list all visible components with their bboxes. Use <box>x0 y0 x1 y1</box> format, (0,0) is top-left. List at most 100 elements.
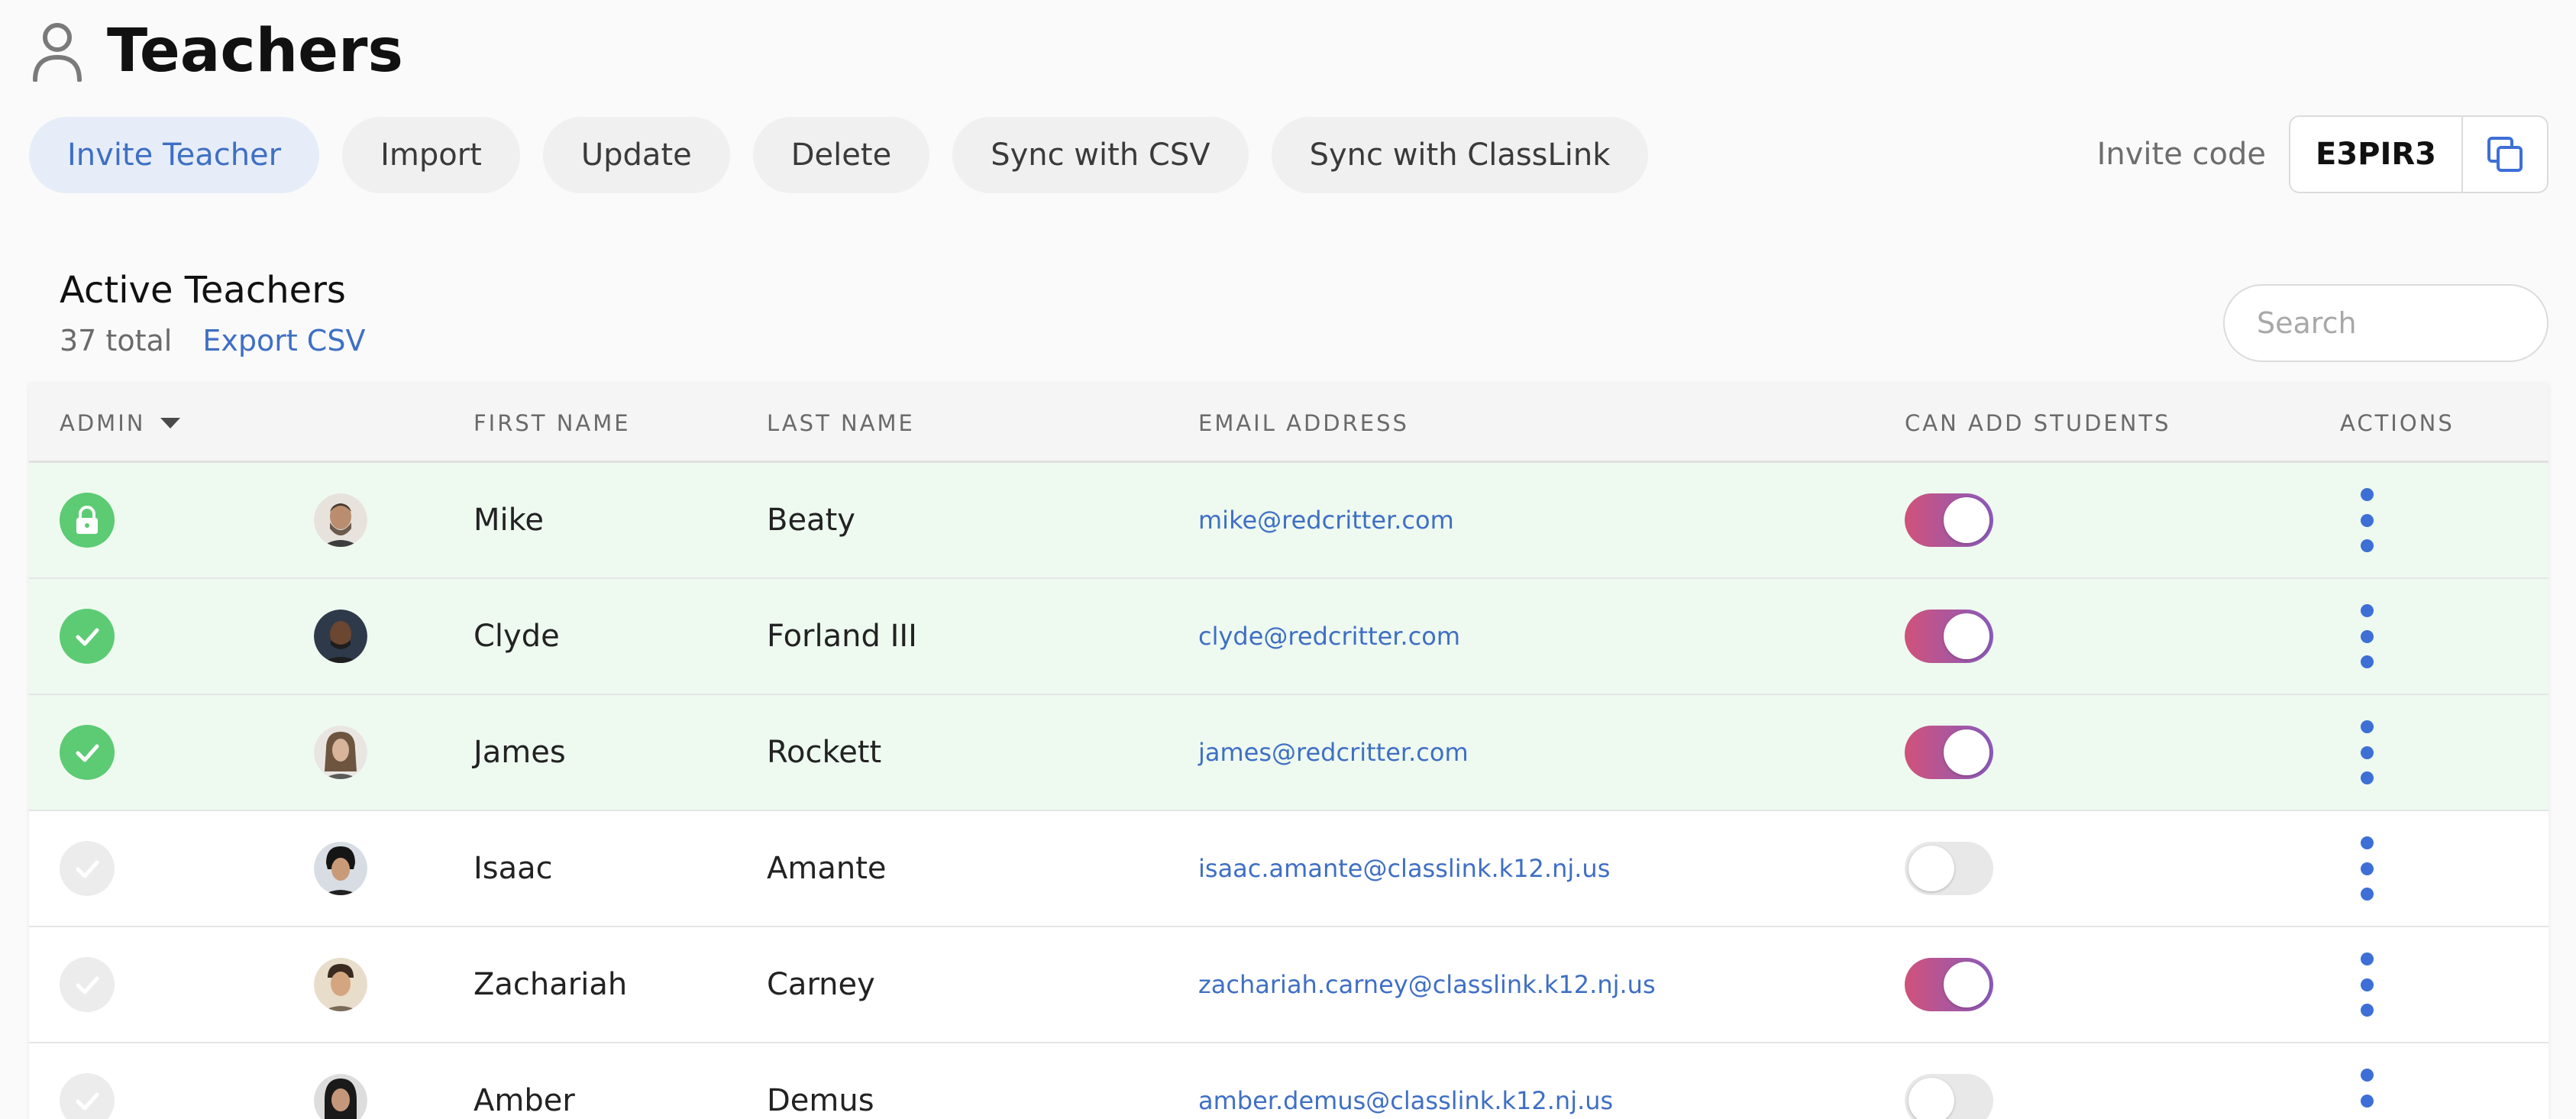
kebab-dot <box>2360 720 2374 733</box>
admin-check-badge[interactable] <box>60 609 115 664</box>
page-title: Teachers <box>107 17 403 86</box>
email-link[interactable]: amber.demus@classlink.k12.nj.us <box>1198 1086 1613 1115</box>
admin-check-badge[interactable] <box>60 1073 115 1119</box>
email-link[interactable]: isaac.amante@classlink.k12.nj.us <box>1198 854 1610 883</box>
toggle-knob <box>1909 1078 1954 1119</box>
last-name: Rockett <box>767 735 882 770</box>
admin-check-badge[interactable] <box>60 725 115 780</box>
copy-icon <box>2487 137 2523 172</box>
last-name: Demus <box>767 1083 874 1118</box>
toggle-knob <box>1909 846 1954 891</box>
export-csv-link[interactable]: Export CSV <box>202 324 365 357</box>
copy-button[interactable] <box>2463 117 2547 192</box>
email-link[interactable]: mike@redcritter.com <box>1198 506 1454 535</box>
toggle-knob <box>1944 962 1989 1007</box>
kebab-dot <box>2360 745 2374 759</box>
kebab-dot <box>2360 1094 2374 1108</box>
user-icon <box>33 23 82 82</box>
first-name: James <box>474 735 566 770</box>
invite-code-group: Invite code E3PIR3 <box>2097 115 2549 193</box>
more-actions-button[interactable] <box>2355 836 2378 901</box>
column-header-can-add-students: CAN ADD STUDENTS <box>1905 410 2171 436</box>
admin-check-badge[interactable] <box>60 957 115 1012</box>
table-row: Mike Beaty mike@redcritter.com <box>29 463 2549 579</box>
more-actions-button[interactable] <box>2355 720 2378 784</box>
kebab-dot <box>2360 1004 2374 1017</box>
avatar <box>314 610 367 663</box>
kebab-dot <box>2360 655 2374 668</box>
check-icon <box>76 628 99 646</box>
kebab-dot <box>2360 836 2374 849</box>
kebab-dot <box>2360 488 2374 501</box>
more-actions-button[interactable] <box>2355 952 2378 1017</box>
last-name: Beaty <box>767 503 855 538</box>
first-name: Isaac <box>474 851 553 886</box>
lock-icon <box>76 506 98 534</box>
section-subtitle: 37 total Export CSV <box>60 324 365 357</box>
can-add-students-toggle[interactable] <box>1905 726 1993 779</box>
teachers-table: ADMIN FIRST NAME LAST NAME EMAIL ADDRESS… <box>29 383 2549 1119</box>
avatar <box>314 726 367 779</box>
column-header-first-name: FIRST NAME <box>474 410 631 436</box>
section-title: Active Teachers <box>60 269 346 312</box>
admin-check-badge[interactable] <box>60 841 115 896</box>
email-link[interactable]: zachariah.carney@classlink.k12.nj.us <box>1198 970 1656 999</box>
invite-code-value[interactable]: E3PIR3 <box>2290 117 2463 192</box>
import-button[interactable]: Import <box>342 117 520 193</box>
more-actions-button[interactable] <box>2355 1069 2378 1119</box>
sync-classlink-button[interactable]: Sync with ClassLink <box>1271 117 1649 193</box>
delete-button[interactable]: Delete <box>752 117 930 193</box>
toggle-knob <box>1944 729 1989 775</box>
last-name: Amante <box>767 851 887 886</box>
can-add-students-toggle[interactable] <box>1905 842 1993 895</box>
kebab-dot <box>2360 539 2374 552</box>
avatar <box>314 958 367 1011</box>
column-header-admin[interactable]: ADMIN <box>60 383 181 463</box>
avatar <box>314 1074 367 1119</box>
search-input[interactable] <box>2223 284 2549 362</box>
email-link[interactable]: james@redcritter.com <box>1198 738 1469 767</box>
can-add-students-toggle[interactable] <box>1905 1074 1993 1119</box>
page-header: Teachers <box>31 17 403 86</box>
check-icon <box>76 976 99 994</box>
last-name: Carney <box>767 967 875 1002</box>
check-icon <box>76 744 99 762</box>
can-add-students-toggle[interactable] <box>1905 958 1993 1011</box>
more-actions-button[interactable] <box>2355 604 2378 668</box>
kebab-dot <box>2360 629 2374 643</box>
invite-teacher-button[interactable]: Invite Teacher <box>29 117 320 193</box>
kebab-dot <box>2360 978 2374 991</box>
column-header-actions: ACTIONS <box>2340 410 2455 436</box>
table-row: Amber Demus amber.demus@classlink.k12.nj… <box>29 1043 2549 1119</box>
avatar <box>314 842 367 895</box>
column-header-email: EMAIL ADDRESS <box>1198 410 1409 436</box>
total-count: 37 total <box>60 324 173 357</box>
table-row: Isaac Amante isaac.amante@classlink.k12.… <box>29 811 2549 927</box>
last-name: Forland III <box>767 619 917 654</box>
kebab-dot <box>2360 771 2374 784</box>
can-add-students-toggle[interactable] <box>1905 493 1993 547</box>
kebab-dot <box>2360 952 2374 965</box>
more-actions-button[interactable] <box>2355 488 2378 552</box>
table-row: Zachariah Carney zachariah.carney@classl… <box>29 927 2549 1043</box>
table-header: ADMIN FIRST NAME LAST NAME EMAIL ADDRESS… <box>29 383 2549 463</box>
can-add-students-toggle[interactable] <box>1905 610 1993 663</box>
first-name: Zachariah <box>474 967 628 1002</box>
first-name: Clyde <box>474 619 560 654</box>
toolbar: Invite Teacher Import Update Delete Sync… <box>29 117 1671 193</box>
kebab-dot <box>2360 888 2374 901</box>
check-icon <box>76 860 99 878</box>
first-name: Amber <box>474 1083 575 1118</box>
table-row: James Rockett james@redcritter.com <box>29 695 2549 811</box>
avatar <box>314 493 367 547</box>
admin-owner-badge[interactable] <box>60 493 115 548</box>
column-header-last-name: LAST NAME <box>767 410 915 436</box>
column-header-admin-label: ADMIN <box>60 410 146 436</box>
kebab-dot <box>2360 513 2374 527</box>
invite-code-label: Invite code <box>2096 137 2266 172</box>
sync-csv-button[interactable]: Sync with CSV <box>952 117 1249 193</box>
email-link[interactable]: clyde@redcritter.com <box>1198 622 1460 651</box>
update-button[interactable]: Update <box>542 117 730 193</box>
table-row: Clyde Forland III clyde@redcritter.com <box>29 579 2549 695</box>
toggle-knob <box>1944 497 1989 543</box>
